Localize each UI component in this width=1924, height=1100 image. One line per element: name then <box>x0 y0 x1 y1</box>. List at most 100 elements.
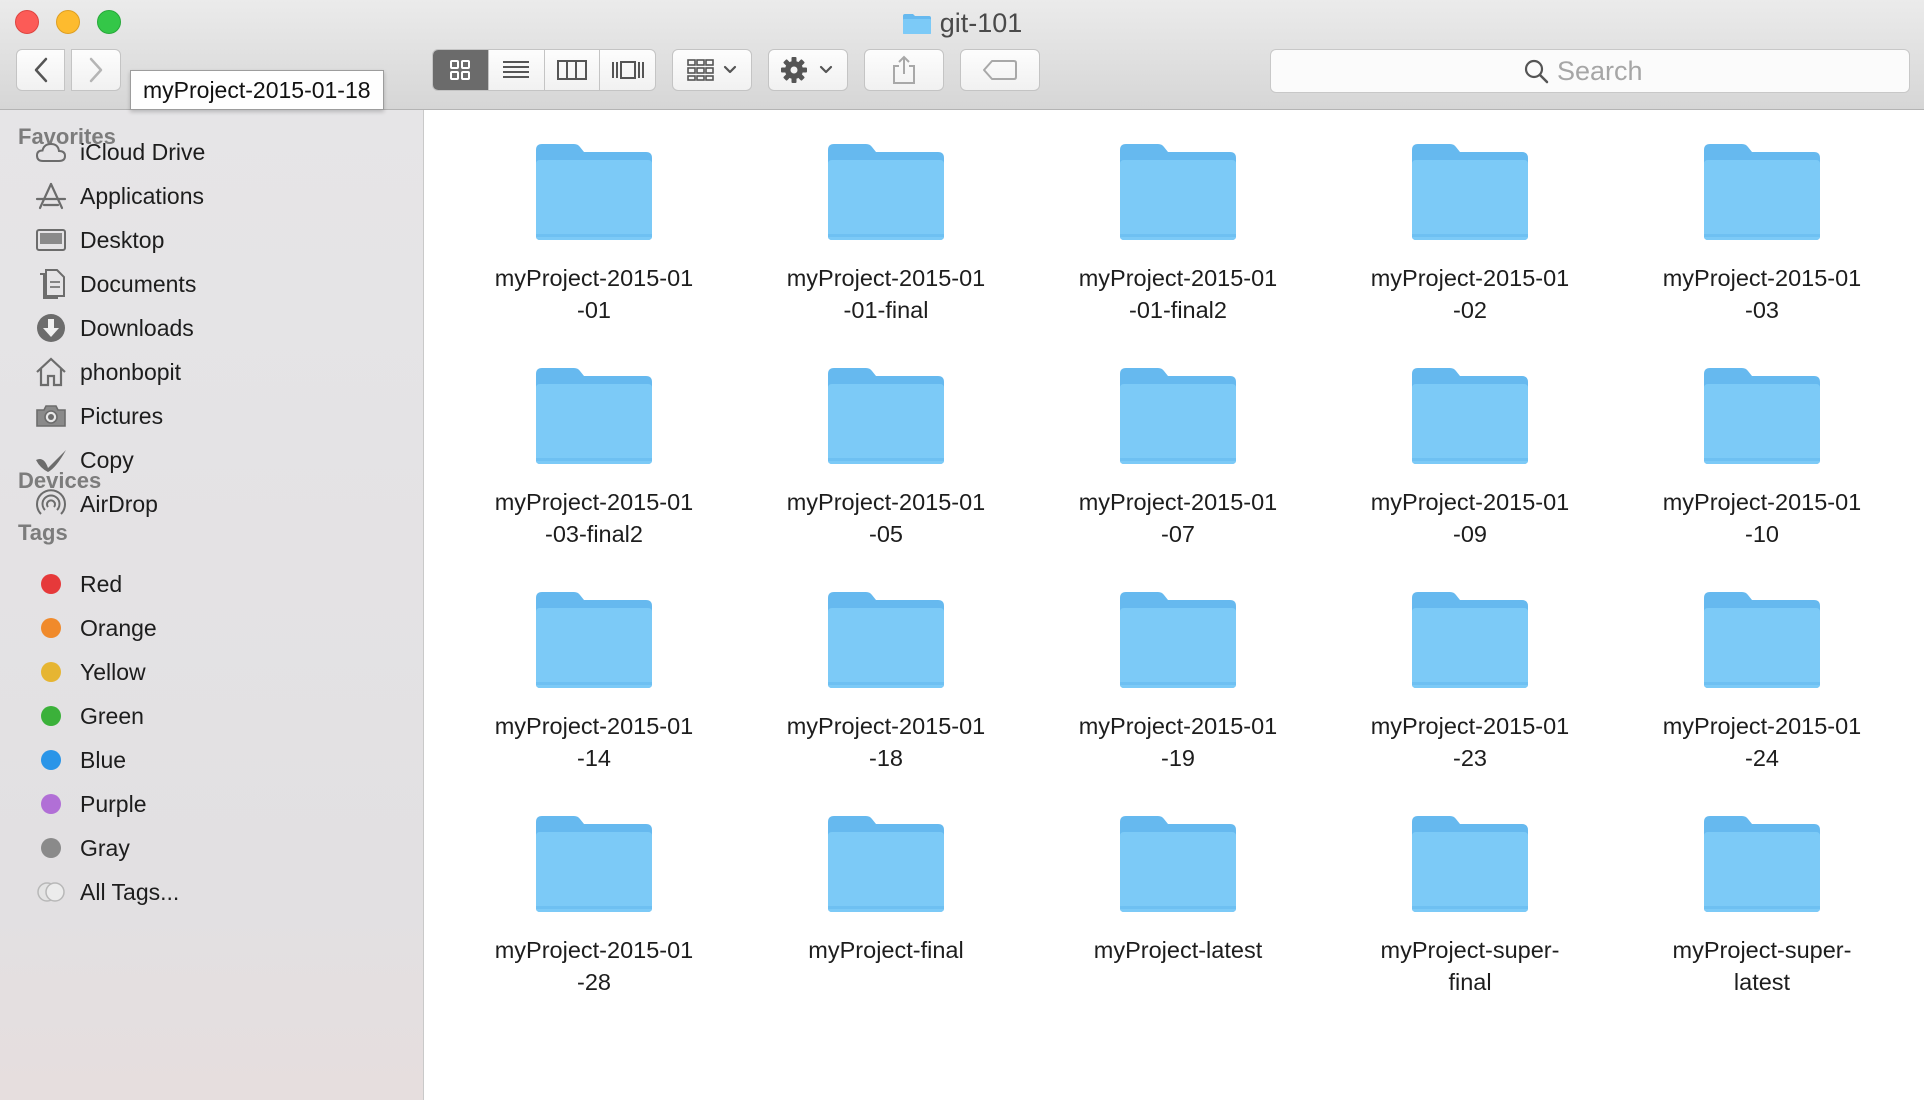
window-title: git-101 <box>0 6 1924 40</box>
folder-name: myProject-2015-01 -09 <box>1370 489 1570 547</box>
sidebar-heading-tags[interactable]: Tags <box>18 520 68 546</box>
folder-name: myProject-2015-01 -10 <box>1662 489 1862 547</box>
folder-icon <box>1704 144 1820 240</box>
folder-item[interactable]: myProject-2015-01 -05 <box>761 364 1011 550</box>
sidebar-item-icloud-drive[interactable]: iCloud Drive <box>0 132 424 172</box>
gear-icon <box>781 57 833 83</box>
folder-name: myProject-2015-01 -23 <box>1370 713 1570 771</box>
folder-item[interactable]: myProject-2015-01 -03-final2 <box>469 364 719 550</box>
folder-name: myProject-2015-01 -03 <box>1662 265 1862 323</box>
folder-icon <box>1412 144 1528 240</box>
sidebar-item-label: Yellow <box>80 658 146 685</box>
folder-name: myProject-2015-01 -01-final <box>786 265 986 323</box>
arrange-grid-icon <box>687 59 737 81</box>
folder-item[interactable]: myProject-2015-01 -03 <box>1637 140 1887 326</box>
sidebar-item-documents[interactable]: Documents <box>0 264 424 304</box>
view-mode-selector <box>432 49 656 91</box>
sidebar-tag-orange[interactable]: Orange <box>0 608 424 648</box>
sidebar-item-label: Blue <box>80 746 127 773</box>
search-field[interactable] <box>1270 49 1910 93</box>
documents-icon <box>34 267 68 301</box>
folder-item[interactable]: myProject-2015-01 -28 <box>469 812 719 998</box>
sidebar-item-label: Red <box>80 570 123 597</box>
sidebar-item-label: Gray <box>80 834 130 861</box>
downloads-icon <box>34 311 68 345</box>
folder-icon <box>828 368 944 464</box>
folder-name: myProject-2015-01 -05 <box>786 489 986 547</box>
folder-item[interactable]: myProject-2015-01 -07 <box>1053 364 1303 550</box>
folder-name: myProject-2015-01 -03-final2 <box>494 489 694 547</box>
sidebar: Favorites iCloud Drive Applications Desk… <box>0 110 424 1100</box>
folder-item[interactable]: myProject-super- final <box>1345 812 1595 998</box>
folder-name: myProject-2015-01 -28 <box>494 937 694 995</box>
folder-icon <box>828 592 944 688</box>
folder-item[interactable]: myProject-2015-01 -14 <box>469 588 719 774</box>
sidebar-item-label: Documents <box>80 270 197 297</box>
folder-item[interactable]: myProject-2015-01 -10 <box>1637 364 1887 550</box>
folder-item[interactable]: myProject-super- latest <box>1637 812 1887 998</box>
forward-button[interactable] <box>71 49 121 91</box>
file-icon-grid: myProject-2015-01 -01 myProject-2015-01 -… <box>425 110 1924 1100</box>
folder-icon <box>1412 592 1528 688</box>
folder-icon <box>536 368 652 464</box>
list-view-button[interactable] <box>489 50 545 90</box>
folder-item[interactable]: myProject-final <box>761 812 1011 966</box>
folder-name: myProject-2015-01 -14 <box>494 713 694 771</box>
home-icon <box>34 355 68 389</box>
folder-icon <box>1704 816 1820 912</box>
folder-icon <box>536 144 652 240</box>
folder-item[interactable]: myProject-2015-01 -19 <box>1053 588 1303 774</box>
folder-item[interactable]: myProject-2015-01 -02 <box>1345 140 1595 326</box>
sidebar-item-home[interactable]: phonbopit <box>0 352 424 392</box>
coverflow-icon <box>611 61 644 79</box>
folder-name: myProject-2015-01 -19 <box>1078 713 1278 771</box>
arrange-button[interactable] <box>672 49 752 91</box>
folder-item[interactable]: myProject-2015-01 -09 <box>1345 364 1595 550</box>
sidebar-item-desktop[interactable]: Desktop <box>0 220 424 260</box>
folder-item[interactable]: myProject-2015-01 -01-final <box>761 140 1011 326</box>
search-input[interactable] <box>1557 55 1657 87</box>
folder-item[interactable]: myProject-latest <box>1053 812 1303 966</box>
sidebar-tag-yellow[interactable]: Yellow <box>0 652 424 692</box>
icon-view-button[interactable] <box>433 50 489 90</box>
folder-item[interactable]: myProject-2015-01 -18 <box>761 588 1011 774</box>
sidebar-tag-gray[interactable]: Gray <box>0 828 424 868</box>
tag-button[interactable] <box>960 49 1040 91</box>
sidebar-tag-red[interactable]: Red <box>0 564 424 604</box>
folder-item[interactable]: myProject-2015-01 -23 <box>1345 588 1595 774</box>
sidebar-tag-green[interactable]: Green <box>0 696 424 736</box>
sidebar-tag-all-tags[interactable]: All Tags... <box>0 872 424 912</box>
list-icon <box>503 61 530 78</box>
share-button[interactable] <box>864 49 944 91</box>
sidebar-tag-purple[interactable]: Purple <box>0 784 424 824</box>
sidebar-item-label: phonbopit <box>80 358 182 385</box>
sidebar-tag-blue[interactable]: Blue <box>0 740 424 780</box>
folder-icon <box>828 816 944 912</box>
sidebar-item-applications[interactable]: Applications <box>0 176 424 216</box>
folder-item[interactable]: myProject-2015-01 -24 <box>1637 588 1887 774</box>
coverflow-view-button[interactable] <box>600 50 655 90</box>
tag-color-dot <box>34 743 68 777</box>
tag-color-dot <box>34 655 68 689</box>
sidebar-item-label: AirDrop <box>80 490 158 517</box>
folder-name: myProject-latest <box>1093 937 1263 963</box>
chevron-down-icon <box>819 65 833 74</box>
folder-icon <box>1412 816 1528 912</box>
sidebar-item-pictures[interactable]: Pictures <box>0 396 424 436</box>
folder-name: myProject-2015-01 -02 <box>1370 265 1570 323</box>
folder-name: myProject-2015-01 -01 <box>494 265 694 323</box>
window-title-text: git-101 <box>939 8 1023 38</box>
folder-item[interactable]: myProject-2015-01 -01-final2 <box>1053 140 1303 326</box>
column-view-button[interactable] <box>545 50 601 90</box>
folder-item[interactable]: myProject-2015-01 -01 <box>469 140 719 326</box>
sidebar-item-downloads[interactable]: Downloads <box>0 308 424 348</box>
share-icon <box>893 55 915 84</box>
folder-name: myProject-2015-01 -07 <box>1078 489 1278 547</box>
back-button[interactable] <box>16 49 65 91</box>
sidebar-item-label: iCloud Drive <box>80 138 206 165</box>
action-button[interactable] <box>768 49 848 91</box>
tag-color-dot <box>34 699 68 733</box>
tag-color-dot <box>34 611 68 645</box>
sidebar-item-label: Desktop <box>80 226 165 253</box>
sidebar-heading-devices[interactable]: Devices <box>18 468 101 494</box>
